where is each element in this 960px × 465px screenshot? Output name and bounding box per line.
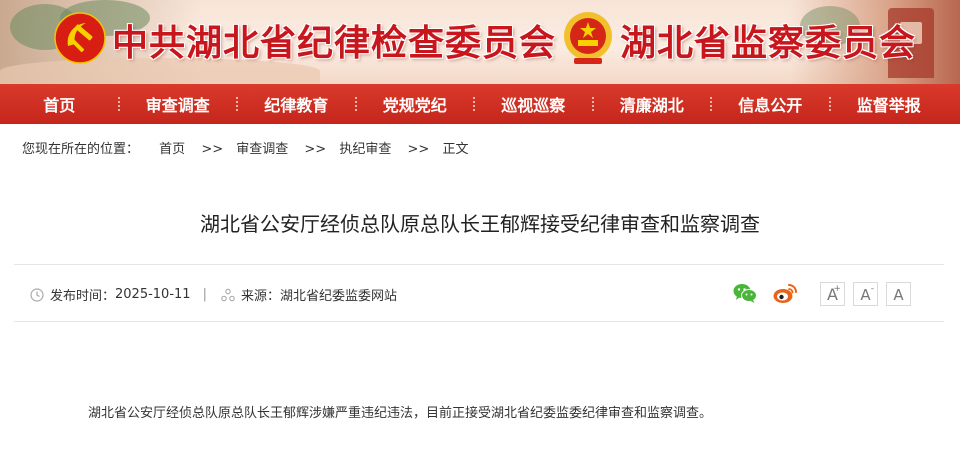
party-emblem-icon — [54, 12, 106, 64]
nav-link[interactable]: 清廉湖北 — [620, 92, 684, 116]
nav-item-review[interactable]: 审查调查 — [117, 84, 238, 124]
source-label: 来源： — [240, 289, 280, 304]
font-large-button[interactable]: A + — [820, 282, 845, 306]
minus-icon: - — [870, 284, 874, 294]
banner-title-left: 中共湖北省纪律检查委员会 — [112, 22, 557, 64]
article-meta: 发布时间： 2025-10-11 | 来源： 湖北省纪委监委网站 — [30, 285, 397, 304]
font-medium-button[interactable]: A - — [853, 282, 878, 306]
breadcrumb: 您现在所在的位置： 首页 >> 审查调查 >> 执纪审查 >> 正文 — [22, 138, 474, 157]
clock-icon — [30, 287, 44, 302]
divider-line — [14, 264, 944, 265]
font-small-button[interactable]: A — [886, 282, 911, 306]
nav-link[interactable]: 监督举报 — [857, 92, 921, 116]
breadcrumb-link-review[interactable]: 审查调查 — [236, 142, 288, 157]
banner-title-right: 湖北省监察委员会 — [620, 22, 917, 64]
breadcrumb-separator: >> — [201, 142, 224, 157]
font-size-controls: A + A - A — [820, 282, 911, 306]
breadcrumb-link-home[interactable]: 首页 — [159, 142, 185, 157]
nav-item-regulations[interactable]: 党规党纪 — [354, 84, 475, 124]
nav-link[interactable]: 党规党纪 — [383, 92, 447, 116]
nav-item-report[interactable]: 监督举报 — [828, 84, 949, 124]
article-body: 湖北省公安厅经侦总队原总队长王郁辉涉嫌严重违纪违法，目前正接受湖北省纪委监委纪律… — [88, 406, 713, 421]
breadcrumb-link-discipline[interactable]: 执纪审查 — [339, 142, 391, 157]
nav-item-home[interactable]: 首页 — [0, 84, 119, 124]
article-title: 湖北省公安厅经侦总队原总队长王郁辉接受纪律审查和监察调查 — [200, 212, 760, 236]
breadcrumb-separator: >> — [407, 142, 430, 157]
plus-icon: + — [833, 284, 841, 294]
source-value: 湖北省纪委监委网站 — [279, 289, 397, 304]
nav-link[interactable]: 信息公开 — [738, 92, 802, 116]
nav-link[interactable]: 纪律教育 — [264, 92, 328, 116]
share-bar — [732, 280, 798, 306]
font-medium-label: A — [860, 286, 871, 304]
breadcrumb-prefix: 您现在所在的位置： — [22, 142, 140, 157]
publish-date: 2025-10-11 — [115, 287, 191, 302]
site-banner: 中共湖北省纪律检查委员会 湖北省监察委员会 — [0, 0, 960, 84]
breadcrumb-separator: >> — [304, 142, 327, 157]
wechat-icon[interactable] — [732, 280, 758, 306]
meta-divider: | — [202, 287, 207, 302]
national-emblem-icon — [564, 12, 612, 64]
source-icon — [221, 288, 235, 301]
weibo-icon[interactable] — [772, 280, 798, 306]
font-small-label: A — [893, 286, 904, 304]
nav-item-disclosure[interactable]: 信息公开 — [710, 84, 830, 124]
nav-link[interactable]: 巡视巡察 — [501, 92, 565, 116]
main-nav: 首页 审查调查 纪律教育 党规党纪 巡视巡察 清廉湖北 信息公开 监督举报 — [0, 84, 960, 124]
divider-line — [14, 321, 944, 322]
nav-item-inspection[interactable]: 巡视巡察 — [473, 84, 593, 124]
nav-link[interactable]: 审查调查 — [146, 92, 210, 116]
nav-item-clean-hubei[interactable]: 清廉湖北 — [591, 84, 712, 124]
nav-link[interactable]: 首页 — [43, 92, 75, 116]
nav-item-education[interactable]: 纪律教育 — [236, 84, 356, 124]
breadcrumb-current: 正文 — [442, 142, 469, 157]
publish-label: 发布时间： — [50, 289, 116, 304]
